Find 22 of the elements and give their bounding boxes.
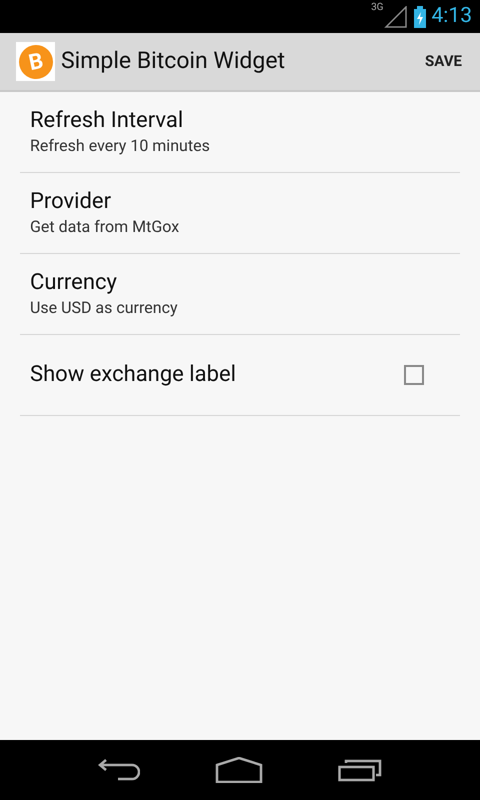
- preference-item[interactable]: Refresh Interval Refresh every 10 minutes: [20, 92, 460, 173]
- preference-item[interactable]: Show exchange label: [20, 335, 460, 416]
- preference-title: Show exchange label: [30, 361, 237, 389]
- preference-title: Provider: [30, 188, 112, 216]
- back-icon[interactable]: [98, 759, 140, 781]
- recent-apps-icon[interactable]: [338, 758, 382, 782]
- preference-title: Currency: [30, 269, 118, 297]
- network-label: 3G: [371, 3, 384, 13]
- clock: 4:13: [432, 6, 472, 27]
- signal-icon: [384, 6, 408, 28]
- app-title: Simple Bitcoin Widget: [61, 46, 286, 76]
- app-icon: B: [16, 42, 55, 81]
- home-icon[interactable]: [214, 757, 263, 783]
- preference-summary: Get data from MtGox: [30, 216, 180, 238]
- preference-summary: Use USD as currency: [30, 297, 179, 319]
- checkbox[interactable]: [404, 365, 424, 385]
- battery-icon: [414, 6, 426, 28]
- preference-item[interactable]: Provider Get data from MtGox: [20, 173, 460, 254]
- preference-item[interactable]: Currency Use USD as currency: [20, 254, 460, 335]
- preference-title: Refresh Interval: [30, 107, 184, 135]
- preference-summary: Refresh every 10 minutes: [30, 135, 211, 157]
- save-button[interactable]: SAVE: [423, 50, 464, 73]
